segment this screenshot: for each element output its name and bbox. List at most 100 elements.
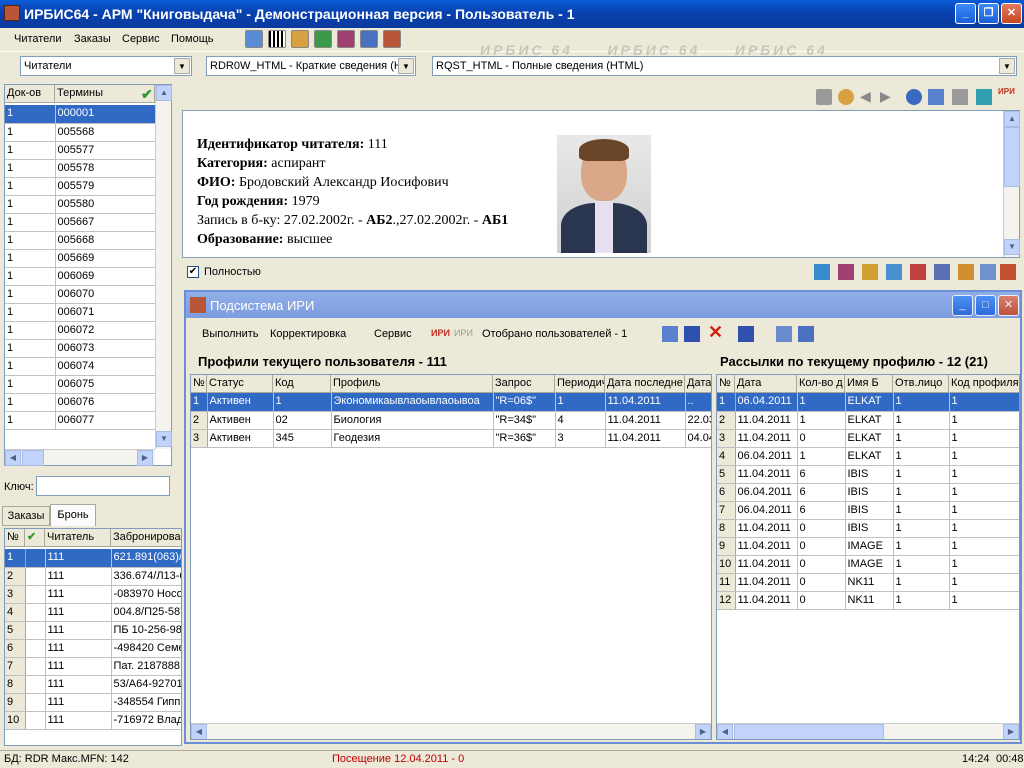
upload-icon[interactable]: [906, 89, 922, 105]
term-row[interactable]: 1 006071: [5, 303, 156, 322]
arrow-left-icon[interactable]: ◀: [860, 88, 871, 105]
scroll-thumb[interactable]: [1004, 127, 1020, 187]
mailing-row-cell[interactable]: 1: [949, 537, 1019, 556]
term-row-cell[interactable]: 1: [5, 105, 56, 124]
scroll-left-icon[interactable]: ◀: [191, 724, 207, 739]
mailing-row-cell[interactable]: 11.04.2011: [735, 465, 798, 484]
mailing-row-cell[interactable]: ELKAT: [845, 429, 894, 448]
mailing-row-cell[interactable]: 11.04.2011: [735, 555, 798, 574]
profile-row-cell[interactable]: Активен: [207, 429, 274, 448]
profile-row-cell[interactable]: 22.03: [685, 411, 711, 430]
reservation-row-cell[interactable]: [25, 693, 46, 712]
mailing-row-cell[interactable]: 0: [797, 591, 846, 610]
mailing-row[interactable]: 10 11.04.2011 0 IMAGE 1 1: [717, 555, 1019, 574]
term-row[interactable]: 1 005667: [5, 213, 156, 232]
mailing-row-cell[interactable]: 1: [893, 573, 950, 592]
delete-icon[interactable]: ✕: [708, 322, 723, 343]
reservation-row-cell[interactable]: 5: [5, 621, 26, 640]
reservation-row[interactable]: 9 111 -348554 Гиппи: [5, 693, 181, 712]
mailing-row-cell[interactable]: 1: [949, 429, 1019, 448]
mailing-row-cell[interactable]: 1: [893, 429, 950, 448]
add-profile-icon[interactable]: [684, 326, 700, 342]
reservation-row-cell[interactable]: 2: [5, 567, 26, 586]
debt-icon[interactable]: [910, 264, 926, 280]
profile-row-cell[interactable]: 11.04.2011: [605, 429, 686, 448]
term-row-cell[interactable]: 005668: [55, 231, 156, 250]
term-row[interactable]: 1 005578: [5, 159, 156, 178]
reservation-row-cell[interactable]: 111: [45, 585, 112, 604]
reservation-row-cell[interactable]: -083970 Носов: [111, 585, 181, 604]
mailing-row-cell[interactable]: 0: [797, 573, 846, 592]
term-row-cell[interactable]: 1: [5, 249, 56, 268]
reservation-row[interactable]: 6 111-498420 Семен: [5, 639, 181, 658]
edit-button[interactable]: Корректировка: [270, 328, 346, 340]
mailing-row-cell[interactable]: IBIS: [845, 501, 894, 520]
col-header-query[interactable]: Запрос: [493, 375, 555, 393]
profile-row-cell[interactable]: 4: [555, 411, 606, 430]
mailing-row-cell[interactable]: 1: [893, 411, 950, 430]
mailing-row-cell[interactable]: 1: [949, 501, 1019, 520]
mailing-row-cell[interactable]: 11.04.2011: [735, 429, 798, 448]
scroll-up-icon[interactable]: ▲: [1004, 111, 1020, 127]
col-header-code[interactable]: Код: [273, 375, 331, 393]
profile-row-cell[interactable]: 2: [191, 411, 208, 430]
col-header-profile[interactable]: Профиль: [331, 375, 493, 393]
reservation-row-cell[interactable]: [25, 621, 46, 640]
mailing-row[interactable]: 7 06.04.2011 6 IBIS 1 1: [717, 501, 1019, 520]
stop-icon[interactable]: [952, 89, 968, 105]
arrow-right-icon[interactable]: ▶: [880, 88, 891, 105]
term-row-cell[interactable]: 006075: [55, 375, 156, 394]
catalog-icon[interactable]: [360, 30, 378, 48]
reservation-row-cell[interactable]: 336.674/Л13-6: [111, 567, 181, 586]
term-row[interactable]: 1 006069: [5, 267, 156, 286]
barcode-icon[interactable]: [268, 30, 286, 48]
col-header-responsible[interactable]: Отв.лицо: [893, 375, 949, 393]
mailing-row[interactable]: 5 11.04.2011 6 IBIS 1 1: [717, 465, 1019, 484]
profile-row-cell[interactable]: 11.04.2011: [605, 411, 686, 430]
mailing-row-cell[interactable]: 11.04.2011: [735, 573, 798, 592]
reservation-row-cell[interactable]: -348554 Гиппи: [111, 693, 181, 712]
reservation-row[interactable]: 10 111 -716972 Влади: [5, 711, 181, 730]
col-header-last-date[interactable]: Дата последне: [605, 375, 685, 393]
reservation-row-cell[interactable]: 111: [45, 657, 112, 676]
mailing-row[interactable]: 8 11.04.2011 0 IBIS 1 1: [717, 519, 1019, 538]
term-row-cell[interactable]: 1: [5, 213, 56, 232]
term-row[interactable]: 1 005580: [5, 195, 156, 214]
profile-row-cell[interactable]: 3: [555, 429, 606, 448]
mailing-row-cell[interactable]: ELKAT: [845, 447, 894, 466]
mailing-row-cell[interactable]: 1: [949, 591, 1019, 610]
edit-profile-icon[interactable]: [662, 326, 678, 342]
profile-row[interactable]: 3 Активен 345 Геодезия "R=36$" 3 11.04.2011 04.…: [191, 429, 711, 448]
mailing-row-cell[interactable]: IBIS: [845, 465, 894, 484]
iri-badge-disabled[interactable]: ИРИ: [454, 328, 473, 338]
mailing-row-cell[interactable]: 7: [717, 501, 736, 520]
profile-row-cell[interactable]: 1: [555, 393, 606, 412]
mailing-row-cell[interactable]: 0: [797, 537, 846, 556]
scroll-left-icon[interactable]: ◀: [717, 724, 733, 739]
mailing-row[interactable]: 1 06.04.2011 1 ELKAT 1 1: [717, 393, 1019, 412]
term-row[interactable]: 1 006070: [5, 285, 156, 304]
mailing-row-cell[interactable]: NK11: [845, 573, 894, 592]
term-row-cell[interactable]: 006070: [55, 285, 156, 304]
group-icon[interactable]: [862, 264, 878, 280]
term-row-cell[interactable]: 1: [5, 321, 56, 340]
term-row-cell[interactable]: 006071: [55, 303, 156, 322]
terms-scrollbar[interactable]: ▲ ▼: [155, 85, 172, 449]
mailing-row-cell[interactable]: IBIS: [845, 519, 894, 538]
tab-reservation[interactable]: Бронь: [50, 504, 96, 526]
scroll-right-icon[interactable]: ▶: [137, 450, 153, 466]
mailing-row-cell[interactable]: 1: [797, 411, 846, 430]
reservation-row-cell[interactable]: 10: [5, 711, 26, 730]
reservation-row-cell[interactable]: 111: [45, 621, 112, 640]
term-row[interactable]: 1 006075: [5, 375, 156, 394]
sort-icon[interactable]: [738, 326, 754, 342]
reservation-row-cell[interactable]: [25, 639, 46, 658]
reservation-row[interactable]: 2 111 336.674/Л13-6: [5, 567, 181, 586]
term-row-cell[interactable]: 006077: [55, 411, 156, 430]
fully-checkbox[interactable]: ✔: [187, 266, 199, 278]
mailing-row-cell[interactable]: 8: [717, 519, 736, 538]
profile-row-cell[interactable]: ..: [685, 393, 711, 412]
term-row-cell[interactable]: 005669: [55, 249, 156, 268]
profile-row-cell[interactable]: Геодезия: [331, 429, 494, 448]
col-header-db-name[interactable]: Имя Б: [845, 375, 893, 393]
